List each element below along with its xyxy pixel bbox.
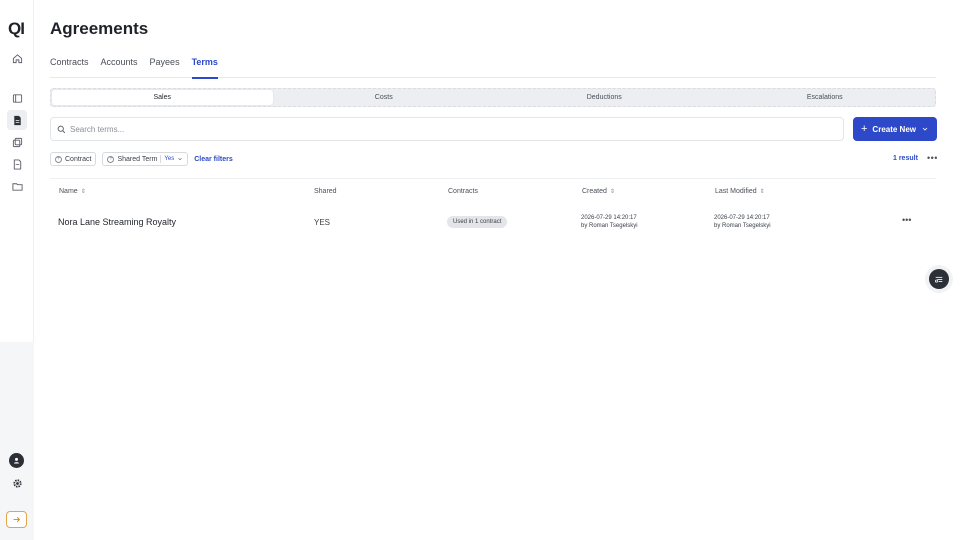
gear-icon[interactable]: [7, 473, 27, 493]
modified-by: by Roman Tsegelskyi: [714, 223, 771, 229]
created-by: by Roman Tsegelskyi: [581, 223, 638, 229]
tab-accounts[interactable]: Accounts: [101, 55, 138, 78]
contract-filter-label: Contract: [65, 155, 92, 163]
plus-icon: +: [860, 123, 868, 135]
search-input[interactable]: [70, 124, 830, 134]
create-new-button[interactable]: + Create New: [853, 117, 937, 141]
chevron-down-icon: [922, 127, 928, 131]
chevron-down-icon: [178, 158, 182, 161]
term-type-segmented-control: Sales Costs Deductions Escalations: [50, 88, 936, 107]
segment-escalations[interactable]: Escalations: [715, 89, 936, 106]
document-icon[interactable]: [7, 110, 27, 130]
assistant-chat-button[interactable]: [929, 269, 949, 289]
contracts-usage-badge: Used in 1 contract: [447, 216, 508, 228]
chip-divider: [160, 155, 162, 163]
segment-costs[interactable]: Costs: [274, 89, 495, 106]
modified-date: 2026-07-29 14:20:17: [714, 215, 770, 221]
more-options-icon[interactable]: •••: [927, 153, 938, 163]
folder-icon[interactable]: [7, 176, 27, 196]
search-box: [50, 117, 844, 141]
table-row[interactable]: Nora Lane Streaming Royalty YES Used in …: [50, 179, 936, 239]
list-settings-icon: [935, 276, 943, 283]
arrow-right-icon: [13, 516, 21, 523]
add-filter-icon: +: [55, 155, 62, 163]
result-count: 1 result: [893, 155, 918, 162]
search-icon: [57, 125, 66, 133]
create-new-label: Create New: [872, 124, 916, 134]
tab-bar: Contracts Accounts Payees Terms: [50, 55, 936, 79]
shared-value: YES: [314, 218, 331, 227]
tab-payees[interactable]: Payees: [150, 55, 180, 78]
contract-filter-chip[interactable]: + Contract: [50, 152, 97, 166]
segment-sales[interactable]: Sales: [52, 90, 273, 105]
tab-contracts[interactable]: Contracts: [50, 55, 89, 78]
add-filter-icon: +: [107, 155, 115, 163]
copy-icon[interactable]: [7, 132, 27, 152]
created-date: 2026-07-29 14:20:17: [581, 215, 637, 221]
shared-term-filter-chip[interactable]: + Shared Term Yes: [102, 152, 189, 166]
segment-deductions[interactable]: Deductions: [494, 89, 715, 106]
shared-term-filter-value: Yes: [164, 156, 175, 162]
modified-cell: 2026-07-29 14:20:17 by Roman Tsegelskyi: [714, 214, 771, 230]
filter-bar: + Contract + Shared Term Yes Clear filte…: [50, 152, 233, 166]
created-cell: 2026-07-29 14:20:17 by Roman Tsegelskyi: [581, 214, 638, 230]
row-actions-icon[interactable]: •••: [902, 215, 911, 225]
home-icon[interactable]: [7, 48, 27, 68]
sidebar: QI: [0, 0, 34, 540]
terms-table: Name ⇕ Shared Contracts Created ⇕ Last M…: [50, 178, 936, 229]
app-logo[interactable]: QI: [8, 19, 25, 39]
expand-sidebar-button[interactable]: [6, 511, 27, 528]
shared-term-filter-label: Shared Term: [117, 155, 158, 163]
term-name[interactable]: Nora Lane Streaming Royalty: [58, 217, 176, 227]
page-title: Agreements: [50, 19, 149, 38]
file-icon[interactable]: [7, 154, 27, 174]
tab-terms[interactable]: Terms: [191, 55, 219, 79]
user-avatar-icon[interactable]: [9, 453, 24, 468]
book-icon[interactable]: [7, 88, 27, 108]
clear-filters-link[interactable]: Clear filters: [194, 156, 233, 163]
